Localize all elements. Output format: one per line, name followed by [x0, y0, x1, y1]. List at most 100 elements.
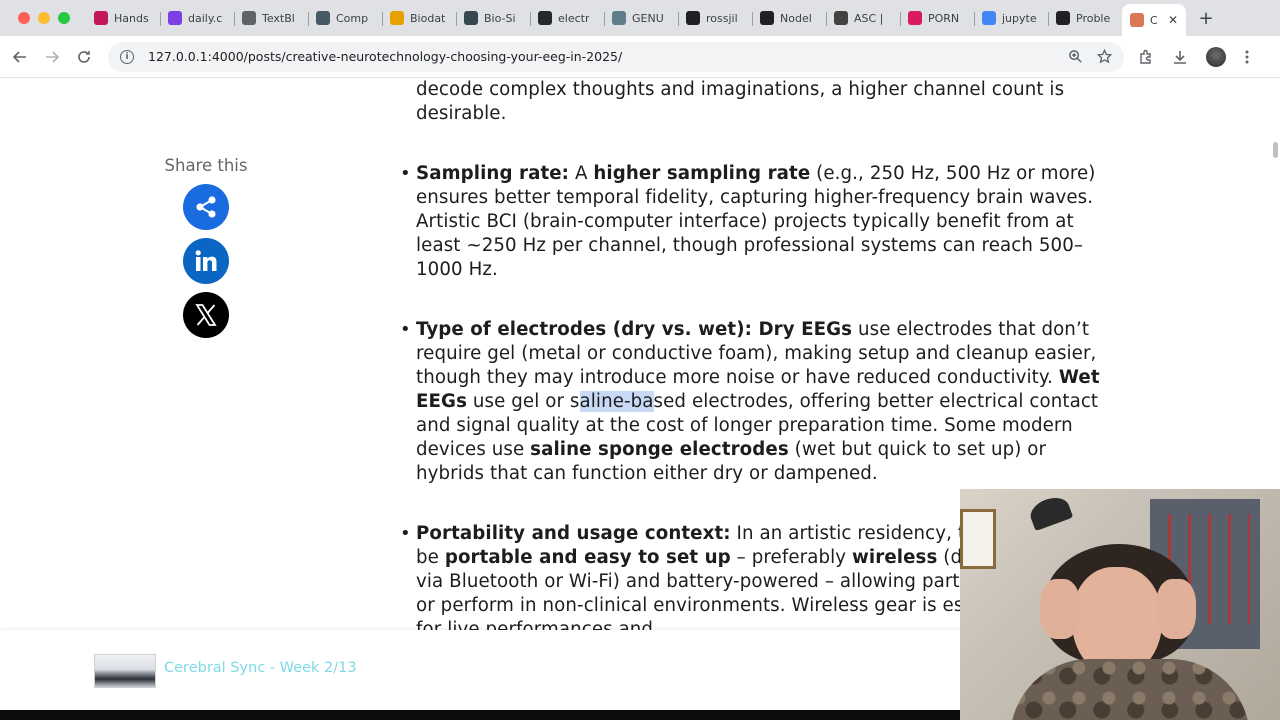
zoom-icon[interactable]	[1068, 49, 1083, 64]
tab-label: rossjil	[706, 11, 738, 25]
browser-tab[interactable]: Comp	[308, 4, 382, 32]
new-tab-button[interactable]: +	[1192, 4, 1220, 32]
arrow-right-icon	[46, 50, 60, 63]
list-item-electrode-type: Type of electrodes (dry vs. wet): Dry EE…	[400, 318, 1116, 486]
item-bold: higher sampling rate	[593, 163, 811, 184]
item-bold: saline sponge electrodes	[530, 439, 789, 460]
item-bold: portable and easy to set up	[444, 547, 731, 568]
reload-icon	[78, 50, 90, 63]
close-window-button[interactable]	[18, 12, 30, 24]
gear-icon	[464, 11, 478, 25]
book-icon	[316, 11, 330, 25]
browser-tab[interactable]: jupyte	[974, 4, 1048, 32]
daily-icon	[168, 11, 182, 25]
browser-tab[interactable]: TextBl	[234, 4, 308, 32]
browser-tab[interactable]: Proble	[1048, 4, 1122, 32]
site-info-icon[interactable]: i	[120, 49, 134, 64]
tab-label: Bio-Si	[484, 11, 516, 25]
share-title: Share this	[164, 156, 248, 175]
minimize-window-button[interactable]	[38, 12, 50, 24]
heart-icon	[94, 11, 108, 25]
tab-label: jupyte	[1002, 11, 1037, 25]
item-bold: wireless	[852, 547, 938, 568]
asc-icon	[834, 11, 848, 25]
tab-label: Proble	[1076, 11, 1111, 25]
close-tab-icon[interactable]: ✕	[1168, 13, 1178, 27]
browser-tab[interactable]: daily.c	[160, 4, 234, 32]
intro-paragraph: decode complex thoughts and imaginations…	[416, 79, 1065, 124]
browser-tab[interactable]: Bio-Si	[456, 4, 530, 32]
wall-frame	[960, 509, 996, 569]
more-menu-icon[interactable]	[1244, 49, 1250, 65]
tab-label: daily.c	[188, 11, 223, 25]
tab-strip: Hands daily.c TextBl Comp Biodat Bio-Si electr…	[86, 0, 1186, 36]
text-selection-highlight: aline-ba	[579, 391, 654, 412]
profile-avatar[interactable]	[1206, 46, 1226, 67]
github-icon	[538, 11, 552, 25]
presenter-hand-left	[1040, 579, 1080, 639]
browser-tab[interactable]: PORN	[900, 4, 974, 32]
extensions-icon[interactable]	[1138, 49, 1154, 65]
arrow-left-icon	[12, 50, 26, 63]
circle-icon	[908, 11, 922, 25]
lamp	[1026, 492, 1074, 532]
tab-label: Comp	[336, 11, 369, 25]
openai-icon	[1056, 11, 1070, 25]
share-icon	[196, 196, 216, 218]
browser-toolbar: i 127.0.0.1:4000/posts/creative-neurotec…	[0, 36, 1280, 78]
browser-tab[interactable]: rossjil	[678, 4, 752, 32]
linkedin-icon	[195, 250, 217, 271]
webcam-overlay	[960, 489, 1280, 720]
item-lead: Type of electrodes (dry vs. wet): Dry EE…	[416, 319, 853, 340]
share-button[interactable]	[183, 184, 229, 230]
tab-label: PORN	[928, 11, 960, 25]
browser-tab[interactable]: Hands	[86, 4, 160, 32]
window-controls	[0, 12, 86, 24]
item-lead: Portability and usage context:	[416, 523, 731, 544]
linkedin-share-button[interactable]	[183, 238, 229, 284]
browser-tab-bar: Hands daily.c TextBl Comp Biodat Bio-Si electr…	[0, 0, 1280, 36]
tab-label: Nodel	[780, 11, 812, 25]
x-share-button[interactable]	[183, 292, 229, 338]
forward-button[interactable]	[36, 41, 68, 73]
scrollbar-thumb[interactable]	[1273, 142, 1278, 158]
browser-tab[interactable]: C ✕	[1122, 4, 1186, 36]
browser-tab[interactable]: GENU	[604, 4, 678, 32]
maximize-window-button[interactable]	[58, 12, 70, 24]
node-icon	[760, 11, 774, 25]
browser-tab[interactable]: Nodel	[752, 4, 826, 32]
crown-icon	[390, 11, 404, 25]
bookmark-star-icon[interactable]	[1097, 49, 1112, 64]
address-bar[interactable]: i 127.0.0.1:4000/posts/creative-neurotec…	[108, 41, 1124, 72]
item-text: use gel or s	[467, 391, 580, 412]
tab-label: C	[1150, 13, 1158, 27]
item-lead: Sampling rate:	[416, 163, 570, 184]
x-logo-icon	[195, 304, 217, 326]
chart-icon	[686, 11, 700, 25]
claude-icon	[1130, 13, 1144, 27]
browser-tab[interactable]: ASC |	[826, 4, 900, 32]
item-text: A	[569, 163, 594, 184]
presenter-body	[1010, 659, 1250, 720]
reload-button[interactable]	[68, 41, 100, 73]
tab-label: electr	[558, 11, 590, 25]
document-icon	[242, 11, 256, 25]
tab-label: TextBl	[262, 11, 295, 25]
tab-label: Biodat	[410, 11, 446, 25]
grid-icon	[612, 11, 626, 25]
list-item-sampling-rate: Sampling rate: A higher sampling rate (e…	[400, 162, 1116, 282]
browser-tab[interactable]: electr	[530, 4, 604, 32]
share-panel: Share this	[150, 156, 262, 338]
download-icon[interactable]	[1172, 49, 1188, 65]
post-thumbnail[interactable]	[94, 654, 156, 688]
google-icon	[982, 11, 996, 25]
back-button[interactable]	[4, 41, 36, 73]
post-series-title[interactable]: Cerebral Sync - Week 2/13	[164, 660, 357, 676]
item-text: – preferably	[730, 547, 853, 568]
presenter-hand-right	[1156, 579, 1196, 639]
url-text: 127.0.0.1:4000/posts/creative-neurotechn…	[148, 49, 623, 64]
tab-label: GENU	[632, 11, 664, 25]
tab-label: Hands	[114, 11, 149, 25]
browser-tab[interactable]: Biodat	[382, 4, 456, 32]
tab-label: ASC |	[854, 11, 884, 25]
